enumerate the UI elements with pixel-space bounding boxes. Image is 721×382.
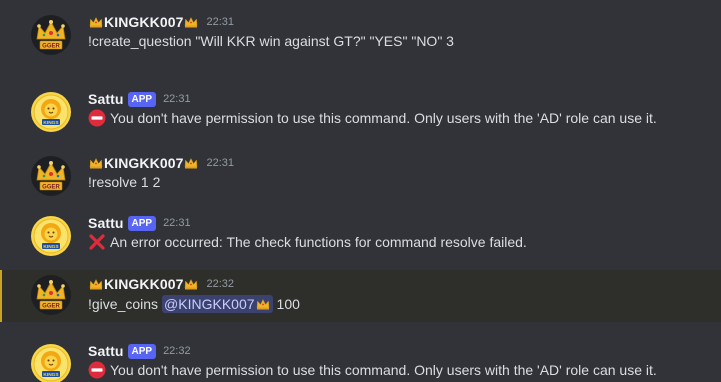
crown-emoji-icon <box>184 278 198 290</box>
crown-logo-icon <box>31 156 71 196</box>
message-header: Sattu APP 22:32 <box>88 342 191 360</box>
message-text: !create_question "Will KKR win against G… <box>88 33 454 49</box>
username[interactable]: KINGKK007 <box>88 14 199 30</box>
no-entry-icon <box>88 109 106 127</box>
app-badge: APP <box>127 343 157 359</box>
username[interactable]: KINGKK007 <box>88 276 199 292</box>
crown-emoji-icon <box>184 157 198 169</box>
app-badge: APP <box>127 215 157 231</box>
crown-emoji-icon <box>184 16 198 28</box>
message[interactable]: KINGKK007 22:31 !create_question "Will K… <box>0 13 721 57</box>
message-text: An error occurred: The check functions f… <box>88 233 527 251</box>
crown-logo-icon <box>31 15 71 55</box>
message-header: Sattu APP 22:31 <box>88 90 191 108</box>
timestamp: 22:32 <box>206 278 235 290</box>
timestamp: 22:31 <box>163 217 191 229</box>
chat-log: KINGKK007 22:31 !create_question "Will K… <box>0 0 721 382</box>
avatar[interactable] <box>31 344 71 382</box>
message[interactable]: KINGKK007 22:31 !resolve 1 2 <box>0 154 721 198</box>
message-text: !resolve 1 2 <box>88 174 161 190</box>
crown-emoji-icon <box>89 16 103 28</box>
avatar[interactable] <box>31 92 71 132</box>
crown-emoji-icon <box>256 298 270 310</box>
message-text: You don't have permission to use this co… <box>88 109 657 127</box>
crown-logo-icon <box>31 275 71 315</box>
timestamp: 22:31 <box>206 157 235 169</box>
message[interactable]: Sattu APP 22:31 You don't have permissio… <box>0 90 721 134</box>
timestamp: 22:32 <box>163 345 191 357</box>
csk-lion-logo-icon <box>31 344 71 382</box>
message-text: You don't have permission to use this co… <box>88 361 657 379</box>
avatar[interactable] <box>31 275 71 315</box>
message-header: KINGKK007 22:31 <box>88 13 234 31</box>
username[interactable]: Sattu <box>88 215 124 231</box>
message-header: KINGKK007 22:31 <box>88 154 234 172</box>
crown-emoji-icon <box>89 157 103 169</box>
crown-emoji-icon <box>89 278 103 290</box>
avatar[interactable] <box>31 156 71 196</box>
message[interactable]: Sattu APP 22:31 An error occurred: The c… <box>0 214 721 258</box>
message-header: Sattu APP 22:31 <box>88 214 191 232</box>
csk-lion-logo-icon <box>31 92 71 132</box>
csk-lion-logo-icon <box>31 216 71 256</box>
timestamp: 22:31 <box>163 93 191 105</box>
red-cross-icon <box>88 233 106 251</box>
username[interactable]: KINGKK007 <box>88 155 199 171</box>
username[interactable]: Sattu <box>88 91 124 107</box>
timestamp: 22:31 <box>206 16 235 28</box>
message-highlighted[interactable]: KINGKK007 22:32 !give_coins @KINGKK007 1… <box>0 270 721 322</box>
app-badge: APP <box>127 91 157 107</box>
username[interactable]: Sattu <box>88 343 124 359</box>
message[interactable]: Sattu APP 22:32 You don't have permissio… <box>0 342 721 382</box>
message-header: KINGKK007 22:32 <box>88 275 234 293</box>
user-mention[interactable]: @KINGKK007 <box>162 295 273 313</box>
message-text: !give_coins @KINGKK007 100 <box>88 295 300 313</box>
no-entry-icon <box>88 361 106 379</box>
avatar[interactable] <box>31 15 71 55</box>
avatar[interactable] <box>31 216 71 256</box>
